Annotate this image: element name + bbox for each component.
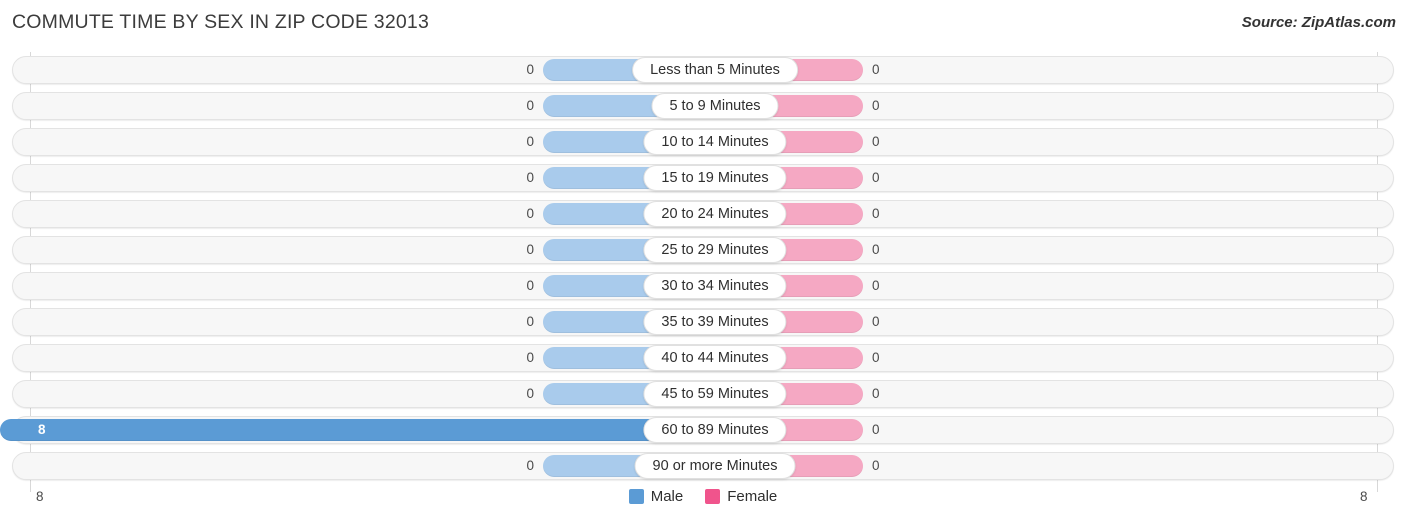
bar-value-female: 0 bbox=[872, 170, 880, 185]
plot-area: 0 0 Less than 5 Minutes 0 0 5 to 9 Minutes 0 0 1… bbox=[0, 52, 1406, 492]
bar-value-male: 8 bbox=[38, 422, 46, 437]
category-label-pill: 90 or more Minutes bbox=[634, 453, 796, 479]
bar-row[interactable]: 0 0 45 to 59 Minutes bbox=[12, 380, 1394, 408]
bar-value-male: 0 bbox=[526, 278, 534, 293]
legend-item-male[interactable]: Male bbox=[628, 488, 684, 505]
bar-row[interactable]: 8 0 60 to 89 Minutes bbox=[0, 416, 1394, 444]
bar-row[interactable]: 0 0 30 to 34 Minutes bbox=[12, 272, 1394, 300]
category-label-pill: 25 to 29 Minutes bbox=[643, 237, 787, 263]
category-label-pill: 15 to 19 Minutes bbox=[643, 165, 787, 191]
bar-row[interactable]: 0 0 10 to 14 Minutes bbox=[12, 128, 1394, 156]
legend-item-female[interactable]: Female bbox=[705, 488, 777, 505]
bar-row[interactable]: 0 0 90 or more Minutes bbox=[12, 452, 1394, 480]
bar-value-female: 0 bbox=[872, 206, 880, 221]
bar-value-female: 0 bbox=[872, 458, 880, 473]
bar-row[interactable]: 0 0 25 to 29 Minutes bbox=[12, 236, 1394, 264]
bar-value-male: 0 bbox=[526, 314, 534, 329]
bar-value-female: 0 bbox=[872, 278, 880, 293]
bar-row[interactable]: 0 0 35 to 39 Minutes bbox=[12, 308, 1394, 336]
bar-value-male: 0 bbox=[526, 170, 534, 185]
category-label-pill: 35 to 39 Minutes bbox=[643, 309, 787, 335]
bar-value-male: 0 bbox=[526, 98, 534, 113]
bar-value-female: 0 bbox=[872, 314, 880, 329]
bar-value-female: 0 bbox=[872, 350, 880, 365]
bar-row[interactable]: 0 0 5 to 9 Minutes bbox=[12, 92, 1394, 120]
category-label-pill: 45 to 59 Minutes bbox=[643, 381, 787, 407]
bar-value-male: 0 bbox=[526, 458, 534, 473]
bar-value-male: 0 bbox=[526, 242, 534, 257]
category-label-pill: 5 to 9 Minutes bbox=[651, 93, 779, 119]
category-label-pill: 10 to 14 Minutes bbox=[643, 129, 787, 155]
bar-row[interactable]: 0 0 Less than 5 Minutes bbox=[12, 56, 1394, 84]
legend-label: Female bbox=[727, 488, 778, 505]
bar-value-female: 0 bbox=[872, 422, 880, 437]
bar-value-female: 0 bbox=[872, 134, 880, 149]
bar-value-female: 0 bbox=[872, 62, 880, 77]
bar-value-female: 0 bbox=[872, 242, 880, 257]
bar-value-male: 0 bbox=[526, 134, 534, 149]
source-attribution: Source: ZipAtlas.com bbox=[1241, 14, 1396, 31]
bar-value-female: 0 bbox=[872, 98, 880, 113]
legend-swatch-icon bbox=[705, 489, 721, 504]
category-label-pill: Less than 5 Minutes bbox=[632, 57, 798, 83]
chart-legend: Male Female bbox=[0, 488, 1406, 505]
bar-row[interactable]: 0 0 15 to 19 Minutes bbox=[12, 164, 1394, 192]
legend-label: Male bbox=[650, 488, 684, 505]
bar-value-female: 0 bbox=[872, 386, 880, 401]
bar-value-male: 0 bbox=[526, 62, 534, 77]
chart-page: COMMUTE TIME BY SEX IN ZIP CODE 32013 So… bbox=[0, 0, 1406, 523]
category-label-pill: 30 to 34 Minutes bbox=[643, 273, 787, 299]
bar-male[interactable] bbox=[0, 419, 691, 441]
bar-value-male: 0 bbox=[526, 350, 534, 365]
category-label-pill: 60 to 89 Minutes bbox=[643, 417, 787, 443]
category-label-pill: 40 to 44 Minutes bbox=[643, 345, 787, 371]
bar-value-male: 0 bbox=[526, 386, 534, 401]
bar-row[interactable]: 0 0 20 to 24 Minutes bbox=[12, 200, 1394, 228]
bar-value-male: 0 bbox=[526, 206, 534, 221]
bar-row[interactable]: 0 0 40 to 44 Minutes bbox=[12, 344, 1394, 372]
legend-swatch-icon bbox=[628, 489, 644, 504]
page-title: COMMUTE TIME BY SEX IN ZIP CODE 32013 bbox=[12, 11, 430, 33]
category-label-pill: 20 to 24 Minutes bbox=[643, 201, 787, 227]
